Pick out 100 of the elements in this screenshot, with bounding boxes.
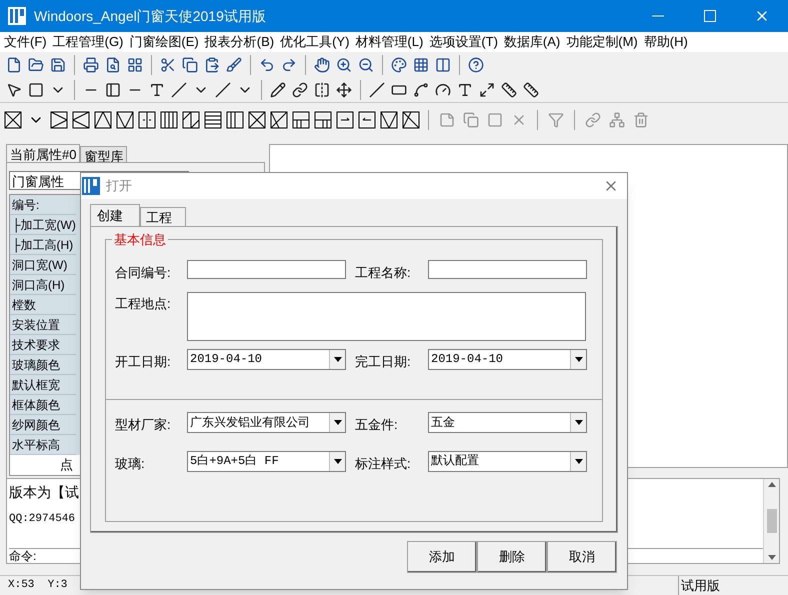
field-label: 完工日期:: [355, 352, 412, 370]
window-pattern-icon[interactable]: [270, 110, 288, 128]
text-field[interactable]: [428, 260, 587, 279]
scroll-down-icon[interactable]: [768, 555, 776, 560]
dialog-tab[interactable]: 创建: [90, 204, 140, 226]
address-field[interactable]: [187, 292, 586, 340]
field-label: 玻璃:: [115, 454, 146, 472]
menu-item[interactable]: 优化工具(Y): [280, 32, 350, 52]
field-label: 合同编号:: [115, 264, 172, 282]
dialog-button[interactable]: 删除: [477, 541, 547, 573]
window-pattern-icon[interactable]: [116, 110, 134, 128]
scroll-thumb[interactable]: [766, 509, 776, 533]
copy-icon[interactable]: [180, 55, 200, 75]
menu-item[interactable]: 文件(F): [4, 32, 47, 52]
scrollbar[interactable]: [763, 479, 779, 563]
property-name: 安装位置: [10, 315, 76, 335]
dialog-button[interactable]: 添加: [407, 541, 477, 573]
line-icon[interactable]: [367, 80, 387, 100]
window-pattern-icon[interactable]: [160, 110, 178, 128]
menu-item[interactable]: 数据库(A): [504, 32, 560, 52]
field-label: 开工日期:: [115, 352, 172, 370]
property-name: ├加工高(H): [10, 235, 76, 255]
caret-icon: [334, 356, 342, 362]
combo-box[interactable]: 2019-04-10: [187, 348, 346, 370]
move-icon[interactable]: [334, 80, 354, 100]
caret-icon: [334, 420, 342, 425]
window-title: Windoors_Angel门窗天使2019试用版: [34, 6, 267, 26]
property-name: 洞口宽(W): [10, 255, 76, 275]
window-pattern-icon[interactable]: [50, 110, 68, 128]
dropdown-button[interactable]: [570, 452, 586, 470]
dropdown-button[interactable]: [570, 413, 586, 432]
palette-icon[interactable]: [389, 55, 409, 75]
caret-icon: [334, 458, 342, 464]
window-pattern-icon[interactable]: [292, 110, 310, 128]
window-pattern-icon[interactable]: [314, 110, 332, 128]
property-name: 技术要求: [10, 335, 76, 355]
window-pattern-icon[interactable]: [358, 110, 376, 128]
window-pattern-icon[interactable]: [248, 110, 266, 128]
command-label: 命令:: [9, 549, 36, 563]
window-pattern-icon[interactable]: [72, 110, 90, 128]
minimize-icon[interactable]: [652, 15, 664, 17]
window-pattern-icon[interactable]: [226, 110, 244, 128]
status-text: 试用版: [678, 576, 788, 595]
hint-text: 点: [60, 457, 73, 472]
dropdown-button[interactable]: [329, 452, 345, 470]
combo-box[interactable]: 默认配置: [428, 450, 587, 472]
dropdown-button[interactable]: [570, 350, 586, 368]
window-pattern-icon[interactable]: [336, 110, 354, 128]
combo-box[interactable]: 五金: [428, 412, 587, 433]
dialog-tab[interactable]: 工程: [140, 207, 186, 226]
output-line: QQ:2974546: [9, 512, 76, 527]
property-name: 编号:: [10, 195, 76, 215]
property-name: 玻璃颜色: [10, 355, 76, 375]
menu-item[interactable]: 帮助(H): [644, 32, 688, 52]
text-field[interactable]: [187, 260, 346, 279]
window-pattern-icon[interactable]: [380, 110, 398, 128]
menu-item[interactable]: 工程管理(G): [52, 32, 124, 52]
window-pattern-icon[interactable]: [138, 110, 156, 128]
app-logo-icon: [8, 7, 26, 25]
property-name: 默认框宽: [10, 375, 76, 395]
menu-item[interactable]: 选项设置(T): [429, 32, 498, 52]
window-pattern-icon[interactable]: [4, 110, 22, 128]
status-text: X:53 Y:3: [7, 578, 68, 594]
output-line: 版本为【试: [9, 483, 80, 502]
combo-box[interactable]: 2019-04-10: [428, 348, 587, 370]
field-label: 五金件:: [355, 416, 399, 434]
property-name: 樘数: [10, 295, 76, 315]
printer-icon[interactable]: [81, 55, 101, 75]
caret-icon: [574, 458, 582, 464]
field-label: 型材厂家:: [115, 416, 172, 434]
panel-tab[interactable]: 当前属性#0: [6, 144, 80, 162]
scroll-up-icon[interactable]: [768, 482, 776, 487]
hand-icon[interactable]: [312, 55, 332, 75]
window-pattern-icon[interactable]: [182, 110, 200, 128]
window-pattern-icon[interactable]: [402, 110, 420, 128]
dropdown-button[interactable]: [329, 350, 345, 368]
dropdown-button[interactable]: [329, 413, 345, 432]
menu-item[interactable]: 材料管理(L): [355, 32, 424, 52]
property-name: 洞口高(H): [10, 275, 76, 295]
property-name: 纱网颜色: [10, 415, 76, 435]
link-icon[interactable]: [290, 80, 310, 100]
caret-icon: [574, 420, 582, 425]
property-name: 框体颜色: [10, 395, 76, 415]
menu-item[interactable]: 报表分析(B): [204, 32, 274, 52]
window-pattern-icon[interactable]: [94, 110, 112, 128]
combo-box[interactable]: 广东兴发铝业有限公司: [187, 412, 346, 433]
caret-icon: [574, 356, 582, 362]
field-label: 标注样式:: [355, 454, 412, 472]
menu-item[interactable]: 门窗绘图(E): [129, 32, 199, 52]
window-pattern-icon[interactable]: [204, 110, 222, 128]
field-label: 工程地点:: [115, 294, 172, 312]
pencil-icon[interactable]: [268, 80, 288, 100]
dialog-title: 打开: [106, 177, 133, 196]
help-icon[interactable]: [466, 55, 486, 75]
menu-item[interactable]: 功能定制(M): [566, 32, 638, 52]
field-label: 工程名称:: [355, 264, 412, 282]
maximize-icon[interactable]: [704, 10, 716, 22]
property-name: ├加工宽(W): [10, 215, 76, 235]
dialog-button[interactable]: 取消: [547, 541, 617, 573]
combo-box[interactable]: 5白+9A+5白 FF: [187, 450, 346, 472]
